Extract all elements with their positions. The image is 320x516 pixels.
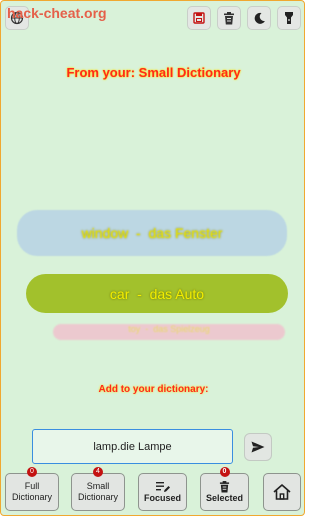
trash-icon bbox=[224, 11, 234, 24]
moon-icon bbox=[254, 12, 265, 24]
save-icon bbox=[193, 12, 205, 24]
trash-icon bbox=[219, 480, 230, 492]
save-button[interactable] bbox=[187, 6, 211, 30]
full-dictionary-button[interactable]: 0 Full Dictionary bbox=[5, 467, 59, 511]
selected-button[interactable]: 0 Selected bbox=[200, 467, 249, 511]
delete-button[interactable] bbox=[217, 6, 241, 30]
watermark: hack-cheat.org bbox=[7, 5, 107, 21]
focused-label: Focused bbox=[143, 492, 181, 503]
card-word: car bbox=[109, 285, 130, 302]
small-dictionary-badge: 4 bbox=[93, 467, 103, 477]
selected-badge: 0 bbox=[219, 467, 230, 477]
word-card[interactable]: window - das Fenster bbox=[17, 210, 287, 256]
card-translation: das Fenster bbox=[148, 225, 223, 241]
flashlight-icon bbox=[285, 12, 293, 24]
flashlight-button[interactable] bbox=[277, 6, 301, 30]
dictionary-title: From your: Small Dictionary bbox=[66, 65, 241, 80]
add-to-dictionary-label: Add to your dictionary: bbox=[98, 384, 209, 395]
new-entry-input[interactable] bbox=[32, 429, 233, 464]
card-word: toy bbox=[128, 324, 141, 334]
card-translation: das Auto bbox=[149, 285, 205, 302]
full-dictionary-label: Full Dictionary bbox=[11, 481, 52, 502]
home-button[interactable] bbox=[263, 473, 301, 511]
small-dictionary-label: Small Dictionary bbox=[77, 481, 118, 502]
card-translation: das Spielzeug bbox=[153, 324, 210, 334]
card-word: window bbox=[81, 225, 129, 241]
app-screen: hack-cheat.org From your: Small Dictiona… bbox=[0, 0, 305, 516]
full-dictionary-badge: 0 bbox=[27, 467, 37, 477]
send-icon bbox=[251, 441, 265, 453]
send-button[interactable] bbox=[244, 433, 272, 461]
edit-list-icon bbox=[155, 481, 170, 492]
word-card[interactable]: toy - das Spielzeug bbox=[53, 324, 285, 340]
selected-label: Selected bbox=[205, 492, 244, 503]
small-dictionary-button[interactable]: 4 Small Dictionary bbox=[71, 467, 125, 511]
word-card[interactable]: car - das Auto bbox=[26, 274, 288, 313]
dark-mode-button[interactable] bbox=[247, 6, 271, 30]
focused-button[interactable]: Focused bbox=[138, 473, 187, 511]
home-icon bbox=[273, 484, 291, 500]
